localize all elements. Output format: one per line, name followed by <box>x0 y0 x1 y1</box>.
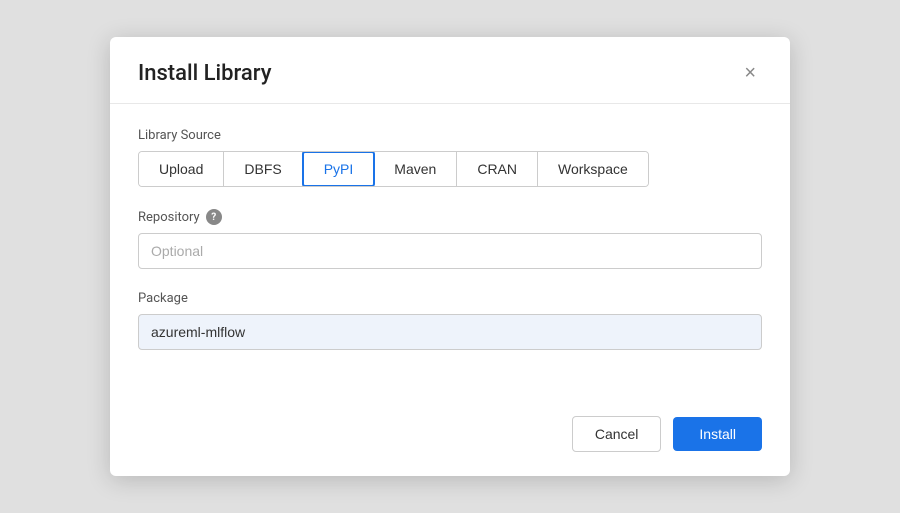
repository-label: Repository ? <box>138 209 762 225</box>
repository-input[interactable] <box>138 233 762 269</box>
dialog-header: Install Library × <box>110 37 790 104</box>
tab-upload[interactable]: Upload <box>139 152 224 186</box>
cancel-button[interactable]: Cancel <box>572 416 662 452</box>
repository-section: Repository ? <box>138 209 762 269</box>
tab-pypi[interactable]: PyPI <box>302 151 376 187</box>
dialog-title: Install Library <box>138 61 272 86</box>
library-source-section: Library Source Upload DBFS PyPI Maven CR… <box>138 128 762 187</box>
library-source-label: Library Source <box>138 128 762 143</box>
tab-cran[interactable]: CRAN <box>457 152 538 186</box>
install-library-dialog: Install Library × Library Source Upload … <box>110 37 790 476</box>
install-button[interactable]: Install <box>673 417 762 451</box>
tab-maven[interactable]: Maven <box>374 152 457 186</box>
package-input[interactable] <box>138 314 762 350</box>
close-button[interactable]: × <box>738 59 762 87</box>
tab-dbfs[interactable]: DBFS <box>224 152 302 186</box>
package-label: Package <box>138 291 762 306</box>
dialog-body: Library Source Upload DBFS PyPI Maven CR… <box>110 104 790 400</box>
dialog-footer: Cancel Install <box>110 400 790 476</box>
tab-workspace[interactable]: Workspace <box>538 152 648 186</box>
library-source-tabs: Upload DBFS PyPI Maven CRAN Workspace <box>138 151 649 187</box>
package-section: Package <box>138 291 762 350</box>
repository-help-icon[interactable]: ? <box>206 209 222 225</box>
